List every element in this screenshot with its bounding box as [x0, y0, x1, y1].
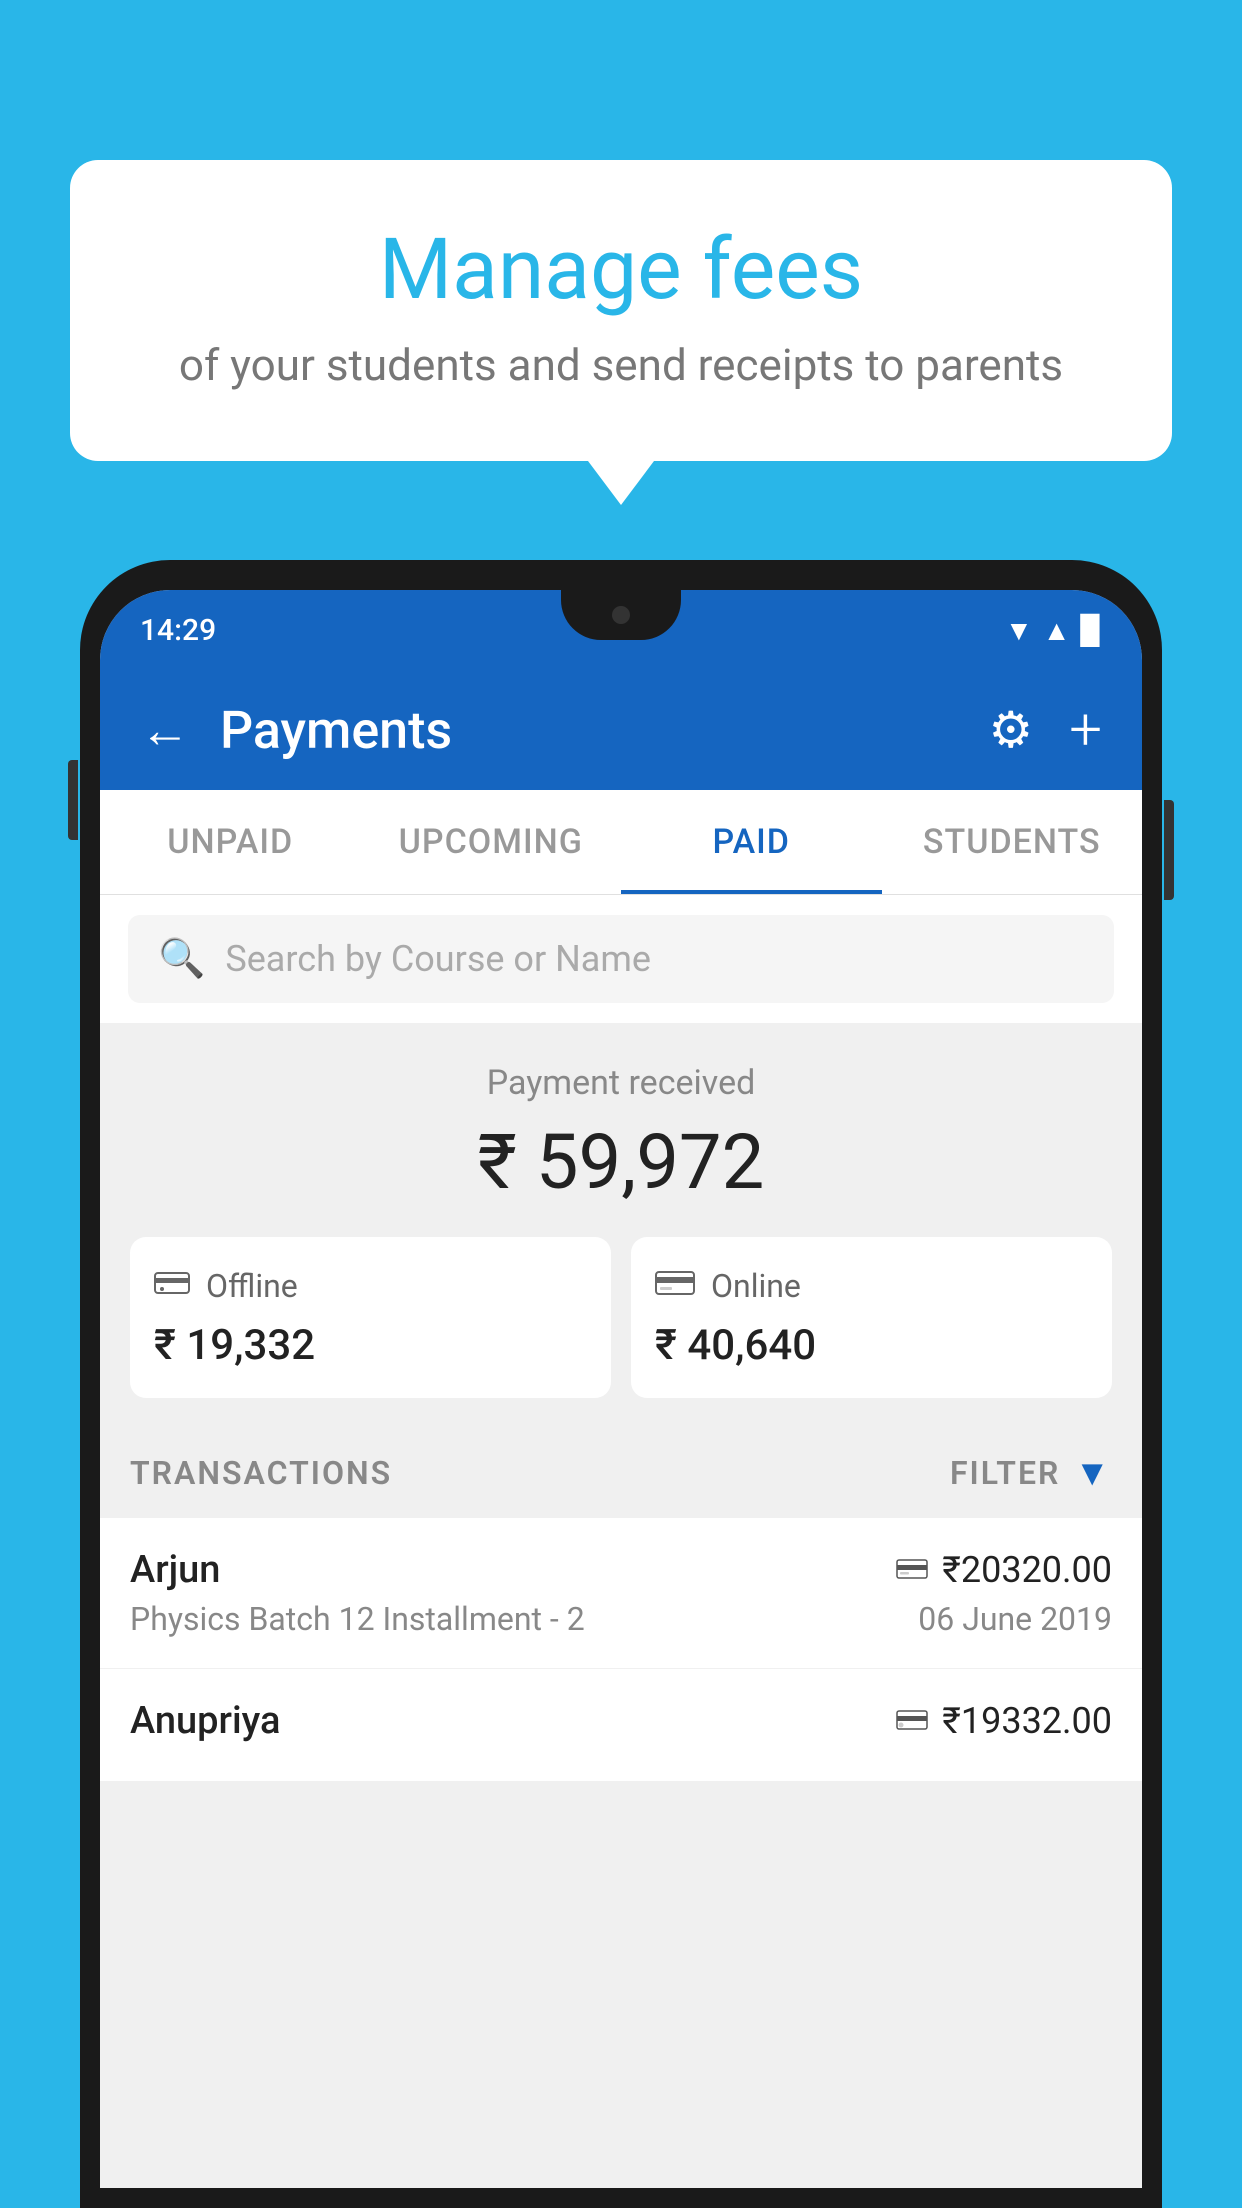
phone-notch — [561, 590, 681, 640]
search-placeholder: Search by Course or Name — [225, 938, 651, 980]
search-box[interactable]: 🔍 Search by Course or Name — [128, 915, 1114, 1003]
transaction-date-1: 06 June 2019 — [918, 1600, 1112, 1638]
bubble-title: Manage fees — [150, 220, 1092, 319]
add-icon[interactable]: + — [1069, 696, 1102, 764]
header-right: ⚙ + — [988, 696, 1102, 764]
payment-summary: Payment received ₹ 59,972 Offlin — [100, 1023, 1142, 1428]
transaction-row[interactable]: Arjun ₹20320.00 Physics Batch 12 Install… — [100, 1518, 1142, 1669]
tab-paid[interactable]: PAID — [621, 790, 882, 894]
header-left: ← Payments — [140, 700, 452, 761]
power-button — [1164, 800, 1174, 900]
tab-unpaid[interactable]: UNPAID — [100, 790, 361, 894]
app-header: ← Payments ⚙ + — [100, 670, 1142, 790]
status-icons: ▼ ▲ ▉ — [1005, 614, 1102, 647]
transaction-amount-value-2: ₹19332.00 — [942, 1700, 1112, 1742]
transaction-top-2: Anupriya ₹19332.00 — [130, 1699, 1112, 1743]
payment-total-amount: ₹ 59,972 — [130, 1117, 1112, 1207]
volume-button — [68, 760, 78, 840]
offline-card-header: Offline — [154, 1265, 587, 1307]
payment-received-label: Payment received — [130, 1063, 1112, 1103]
transaction-amount-2: ₹19332.00 — [896, 1700, 1112, 1742]
settings-icon[interactable]: ⚙ — [988, 701, 1033, 760]
bubble-subtitle: of your students and send receipts to pa… — [150, 339, 1092, 391]
phone-frame: 14:29 ▼ ▲ ▉ ← Payments ⚙ + UNPAI — [80, 560, 1162, 2208]
online-amount: ₹ 40,640 — [655, 1321, 1088, 1370]
offline-card: Offline ₹ 19,332 — [130, 1237, 611, 1398]
signal-icon: ▲ — [1043, 614, 1071, 647]
offline-label: Offline — [206, 1267, 298, 1305]
transaction-name-1: Arjun — [130, 1548, 220, 1592]
tabs-bar: UNPAID UPCOMING PAID STUDENTS — [100, 790, 1142, 895]
status-time: 14:29 — [140, 613, 216, 648]
offline-icon — [154, 1265, 190, 1307]
transaction-bottom-1: Physics Batch 12 Installment - 2 06 June… — [130, 1600, 1112, 1638]
battery-icon: ▉ — [1080, 614, 1102, 647]
transaction-amount-1: ₹20320.00 — [896, 1549, 1112, 1591]
transaction-row-2[interactable]: Anupriya ₹19332.00 — [100, 1669, 1142, 1782]
filter-icon: ▼ — [1074, 1452, 1112, 1494]
online-icon — [655, 1265, 695, 1307]
transaction-course-1: Physics Batch 12 Installment - 2 — [130, 1600, 585, 1638]
online-label: Online — [711, 1267, 801, 1305]
search-container: 🔍 Search by Course or Name — [100, 895, 1142, 1023]
online-card-header: Online — [655, 1265, 1088, 1307]
back-button[interactable]: ← — [140, 701, 190, 760]
transaction-top-1: Arjun ₹20320.00 — [130, 1548, 1112, 1592]
transactions-label: TRANSACTIONS — [130, 1454, 392, 1492]
status-bar: 14:29 ▼ ▲ ▉ — [100, 590, 1142, 670]
speech-bubble: Manage fees of your students and send re… — [70, 160, 1172, 461]
transaction-card-icon-2 — [896, 1701, 928, 1741]
transaction-card-icon-1 — [896, 1550, 928, 1590]
tab-students[interactable]: STUDENTS — [882, 790, 1143, 894]
transaction-amount-value-1: ₹20320.00 — [942, 1549, 1112, 1591]
filter-label: FILTER — [950, 1454, 1060, 1492]
speech-bubble-container: Manage fees of your students and send re… — [70, 160, 1172, 461]
payment-cards: Offline ₹ 19,332 Online — [130, 1237, 1112, 1398]
offline-amount: ₹ 19,332 — [154, 1321, 587, 1370]
filter-button[interactable]: FILTER ▼ — [950, 1452, 1112, 1494]
phone-screen: 14:29 ▼ ▲ ▉ ← Payments ⚙ + UNPAI — [100, 590, 1142, 2188]
transaction-name-2: Anupriya — [130, 1699, 280, 1743]
camera — [612, 606, 630, 624]
header-title: Payments — [220, 700, 452, 761]
tab-upcoming[interactable]: UPCOMING — [361, 790, 622, 894]
search-icon: 🔍 — [158, 937, 205, 981]
wifi-icon: ▼ — [1005, 614, 1033, 647]
online-card: Online ₹ 40,640 — [631, 1237, 1112, 1398]
transactions-header: TRANSACTIONS FILTER ▼ — [100, 1428, 1142, 1518]
